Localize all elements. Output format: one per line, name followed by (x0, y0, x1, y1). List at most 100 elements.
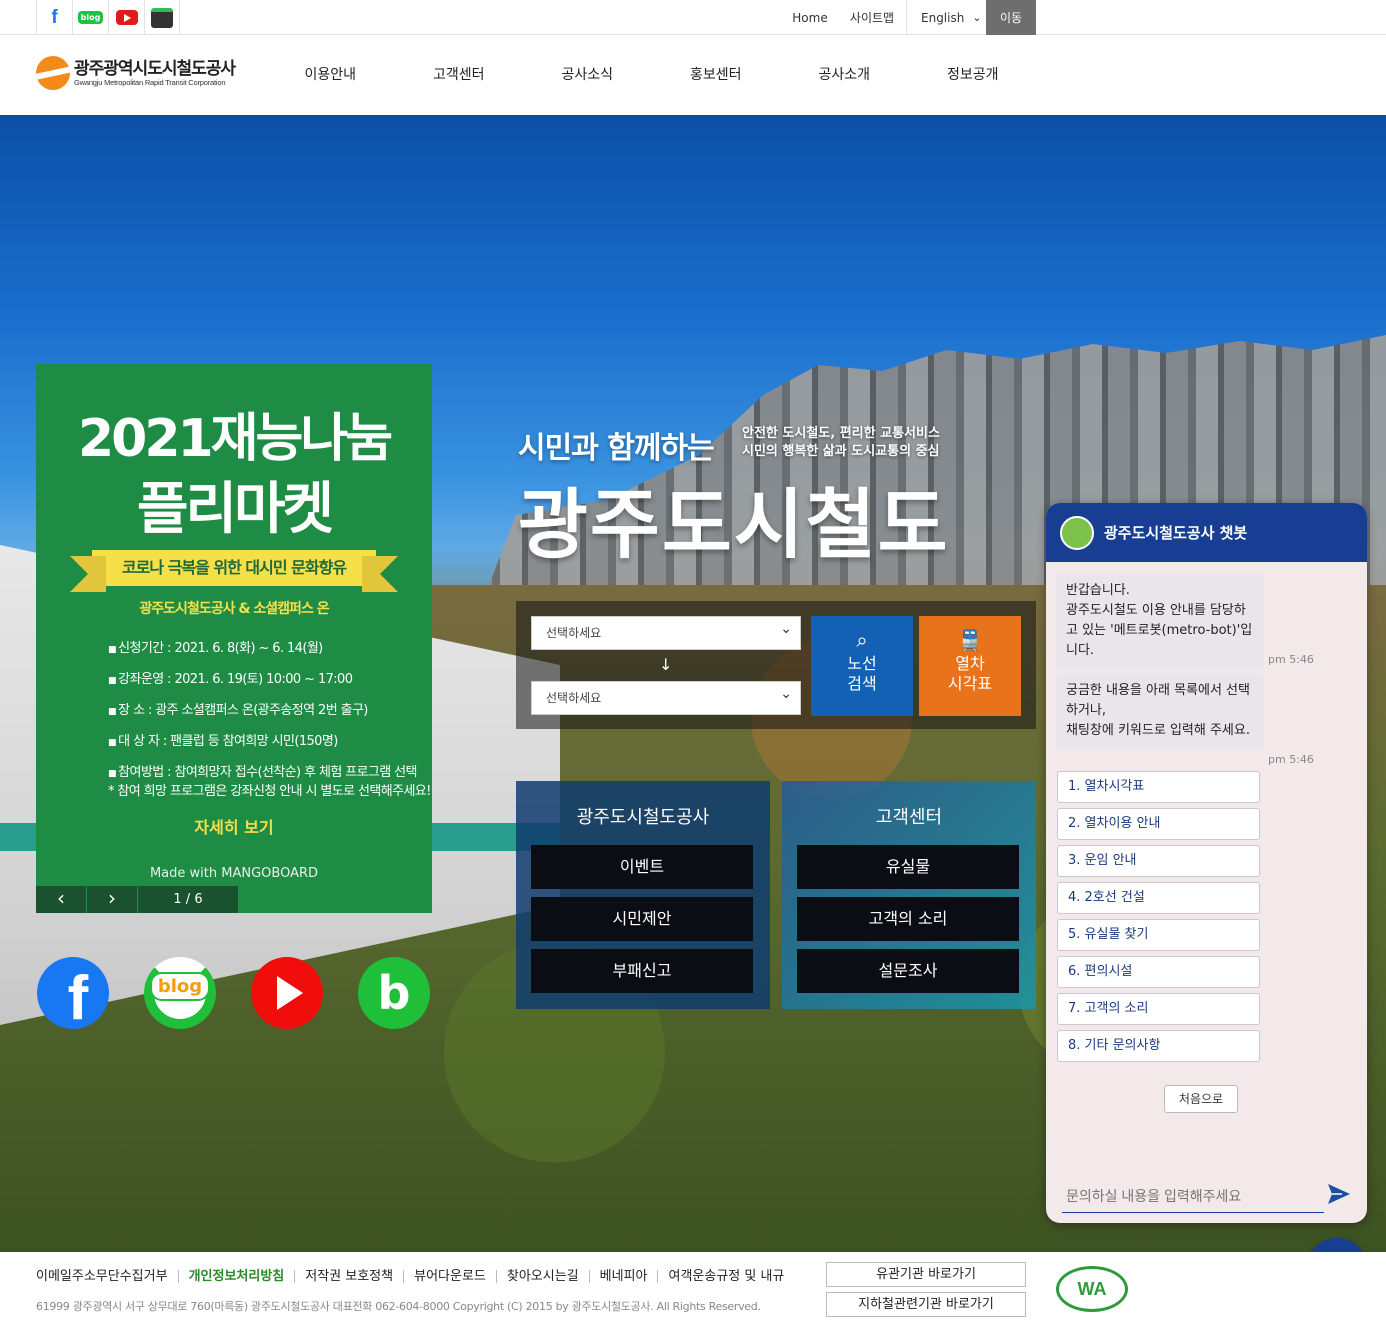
footer-link-regulations[interactable]: 여객운송규정 및 내규 (657, 1270, 794, 1283)
youtube-link[interactable] (108, 0, 144, 35)
send-icon[interactable] (1326, 1181, 1352, 1207)
blog-icon: blog (77, 11, 104, 24)
line-search-button[interactable]: ⌕ 노선 검색 (811, 616, 913, 716)
promo-title-year: 2021재능나눔 (77, 409, 393, 469)
nav-item-pr-center[interactable]: 홍보센터 (652, 36, 781, 115)
promo-controls: ‹ › 1 / 6 (36, 886, 238, 913)
band-link[interactable] (144, 0, 180, 35)
sitemap-link[interactable]: 사이트맵 (838, 0, 906, 35)
blog-big-link[interactable]: blog (144, 957, 216, 1029)
chat-option-facilities[interactable]: 6. 편의시설 (1057, 956, 1260, 988)
subway-agencies-button[interactable]: 지하철관련기관 바로가기 (826, 1292, 1026, 1317)
chatbot-window: 광주도시철도공사 챗봇 반갑습니다. 광주도시철도 이용 안내를 담당하고 있는… (1046, 503, 1367, 1223)
search-icon: ⌕ (856, 628, 868, 652)
footer-link-email-policy[interactable]: 이메일주소무단수집거부 (36, 1270, 178, 1283)
top-utility-bar: f blog Home 사이트맵 English ⌄ 이동 (0, 0, 1386, 35)
chat-option-line2[interactable]: 4. 2호선 건설 (1057, 882, 1260, 914)
arrival-select[interactable]: 선택하세요 (531, 678, 801, 715)
chatbot-avatar (1060, 515, 1094, 550)
language-select[interactable]: English ⌄ (906, 0, 986, 35)
chat-option-fare[interactable]: 3. 운임 안내 (1057, 845, 1260, 877)
chat-input[interactable] (1062, 1179, 1324, 1213)
footer-link-copyright[interactable]: 저작권 보호정책 (294, 1270, 403, 1283)
promo-more-link[interactable]: 자세히 보기 (36, 814, 432, 838)
line-search-label: 노선 검색 (847, 654, 877, 693)
nav-item-disclosure[interactable]: 정보공개 (909, 36, 1038, 115)
band-big-link[interactable]: b (358, 957, 430, 1029)
promo-next-button[interactable]: › (87, 886, 137, 913)
language-selected: English (921, 10, 965, 25)
corporation-quick-title: 광주도시철도공사 (576, 807, 710, 828)
site-header: 광주광역시도시철도공사 Gwangju Metropolitan Rapid T… (0, 36, 1386, 115)
promo-note: * 참여 희망 프로그램은 강좌신청 안내 시 별도로 선택해주세요! (108, 784, 431, 799)
promo-credit: Made with MANGOBOARD (149, 866, 319, 881)
related-agencies-button[interactable]: 유관기관 바로가기 (826, 1262, 1026, 1287)
train-icon: 🚆 (957, 628, 983, 652)
promo-page-indicator: 1 / 6 (138, 886, 238, 913)
nav-item-news[interactable]: 공사소식 (523, 36, 652, 115)
chatbot-title: 광주도시철도공사 챗봇 (1104, 524, 1248, 542)
promo-banner[interactable]: 2021재능나눔 플리마켓 코로나 극복을 위한 대시민 문화향유 광주도시철도… (36, 364, 432, 913)
youtube-icon (115, 10, 138, 25)
chatbot-message-time: pm 5:46 (1268, 753, 1314, 766)
chatbot-message-time: pm 5:46 (1268, 653, 1314, 666)
language-go-button[interactable]: 이동 (986, 0, 1036, 35)
chat-option-customer-voice[interactable]: 7. 고객의 소리 (1057, 993, 1260, 1025)
slogan-line: 시민과 함께하는 (518, 431, 715, 466)
corruption-report-button[interactable]: 부패신고 (531, 949, 753, 993)
departure-select[interactable]: 선택하세요 (531, 613, 801, 650)
slogan-main: 광주도시철도 (518, 480, 950, 569)
nav-item-about[interactable]: 공사소개 (780, 36, 909, 115)
chatbot-message: 궁금한 내용을 아래 목록에서 선택하거나, 채팅창에 키워드로 입력해 주세요… (1056, 673, 1264, 749)
promo-prev-button[interactable]: ‹ (36, 886, 86, 913)
promo-details: 신청기간 : 2021. 6. 8(화) ~ 6. 14(월) 강좌운영 : 2… (108, 634, 417, 789)
route-search-panel: 선택하세요 ↓ 선택하세요 ⌕ 노선 검색 🚆 열차 시각표 (516, 601, 1036, 729)
promo-detail-item: 강좌운영 : 2021. 6. 19(토) 10:00 ~ 17:00 (108, 665, 417, 696)
promo-ribbon: 코로나 극복을 위한 대시민 문화향유 (70, 550, 398, 592)
footer-link-directions[interactable]: 찾아오시는길 (495, 1270, 589, 1283)
footer-link-viewer[interactable]: 뷰어다운로드 (403, 1270, 496, 1283)
site-footer: 이메일주소무단수집거부 개인정보처리방침 저작권 보호정책 뷰어다운로드 찾아오… (0, 1252, 1386, 1324)
band-icon: b (377, 966, 411, 1020)
web-accessibility-mark: WA (1056, 1266, 1128, 1312)
slogan-sub-1: 안전한 도시철도, 편리한 교통서비스 (742, 426, 940, 441)
site-logo[interactable]: 광주광역시도시철도공사 Gwangju Metropolitan Rapid T… (36, 56, 236, 90)
promo-title-market: 플리마켓 (136, 477, 334, 542)
chat-option-usage[interactable]: 2. 열차이용 안내 (1057, 808, 1260, 840)
citizen-proposal-button[interactable]: 시민제안 (531, 897, 753, 941)
facebook-link[interactable]: f (36, 0, 72, 35)
logo-title: 광주광역시도시철도공사 (74, 58, 236, 79)
logo-mark-icon (36, 56, 70, 90)
blog-link[interactable]: blog (72, 0, 108, 35)
chevron-down-icon: ⌄ (972, 11, 982, 24)
chat-restart-button[interactable]: 처음으로 (1164, 1085, 1238, 1113)
main-nav: 이용안내 고객센터 공사소식 홍보센터 공사소개 정보공개 (266, 36, 1037, 115)
chat-option-timetable[interactable]: 1. 열차시각표 (1057, 771, 1260, 803)
facebook-icon: f (51, 6, 58, 28)
footer-links: 이메일주소무단수집거부 개인정보처리방침 저작권 보호정책 뷰어다운로드 찾아오… (36, 1270, 794, 1283)
timetable-label: 열차 시각표 (947, 654, 993, 693)
chatbot-message: 반갑습니다. 광주도시철도 이용 안내를 담당하고 있는 '메트로봇(metro… (1056, 573, 1264, 669)
customer-voice-button[interactable]: 고객의 소리 (797, 897, 1019, 941)
chat-option-lost-items[interactable]: 5. 유실물 찾기 (1057, 919, 1260, 951)
footer-link-benepia[interactable]: 베네피아 (588, 1270, 658, 1283)
facebook-big-link[interactable]: f (37, 957, 109, 1029)
promo-detail-item: 대 상 자 : 팬클럽 등 참여희망 시민(150명) (108, 727, 417, 758)
nav-item-guide[interactable]: 이용안내 (266, 36, 395, 115)
timetable-button[interactable]: 🚆 열차 시각표 (919, 616, 1021, 716)
arrow-down-icon: ↓ (659, 655, 673, 674)
facebook-icon: f (67, 964, 89, 1030)
event-button[interactable]: 이벤트 (531, 845, 753, 889)
home-link[interactable]: Home (782, 0, 838, 35)
footer-link-privacy[interactable]: 개인정보처리방침 (177, 1270, 295, 1283)
corporation-quick-panel: 광주도시철도공사 이벤트 시민제안 부패신고 (516, 781, 770, 1009)
slogan-sub: 안전한 도시철도, 편리한 교통서비스 시민의 행복한 삶과 도시교통의 중심 (742, 425, 940, 461)
lost-items-button[interactable]: 유실물 (797, 845, 1019, 889)
youtube-big-link[interactable] (251, 957, 323, 1029)
chat-option-other[interactable]: 8. 기타 문의사항 (1057, 1030, 1260, 1062)
promo-detail-item: 장 소 : 광주 소셜캠퍼스 온(광주송정역 2번 출구) (108, 696, 417, 727)
blog-icon: blog (149, 971, 211, 1001)
nav-item-customer-center[interactable]: 고객센터 (395, 36, 524, 115)
band-icon (151, 7, 173, 28)
survey-button[interactable]: 설문조사 (797, 949, 1019, 993)
